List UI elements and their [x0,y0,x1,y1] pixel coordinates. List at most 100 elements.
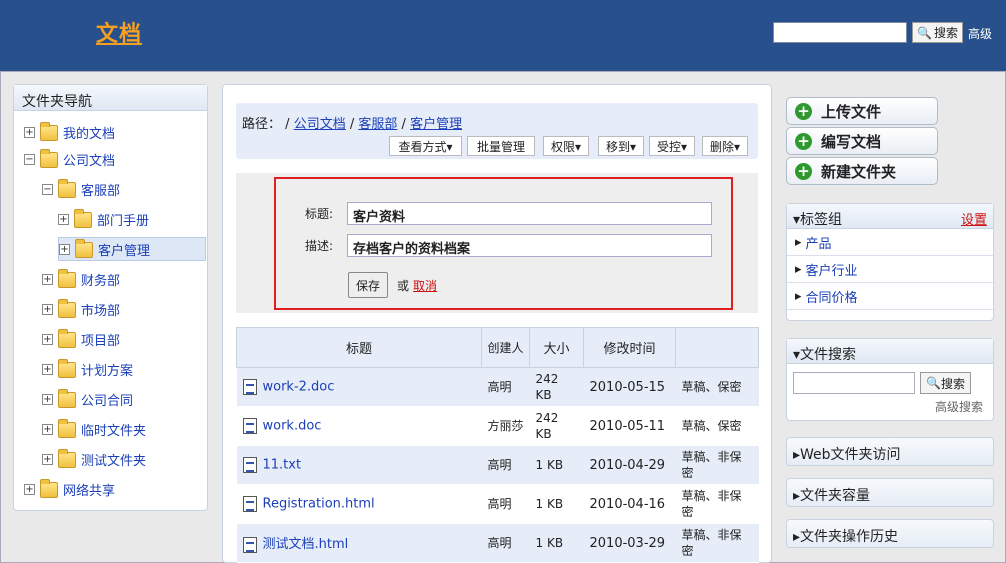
folder-node-label[interactable]: 客户管理 [98,240,150,259]
folder-node-label[interactable]: 计划方案 [81,360,133,379]
header-bar: 文档 🔍 搜索 高级 [0,0,1006,71]
upload-file-button[interactable]: + 上传文件 [786,97,938,125]
cell-name[interactable]: 测试文档.html [236,523,482,563]
expand-toggle-icon[interactable]: + [59,243,70,255]
folder-node[interactable]: + 客户管理 [58,237,206,261]
table-row[interactable]: 测试文档.html 高明 1 KB 2010-03-29 草稿、非保密 [236,523,759,563]
tag-link[interactable]: 产品 [806,233,832,252]
description-input[interactable]: 存档客户的资料档案 [347,234,712,257]
expand-toggle-icon[interactable]: + [42,303,53,315]
folder-node-label[interactable]: 临时文件夹 [81,420,146,439]
folder-node[interactable]: + 测试文件夹 [42,447,146,471]
folder-node[interactable]: + 计划方案 [42,357,133,381]
cell-creator: 高明 [481,445,530,485]
table-row[interactable]: work.doc 方丽莎 242 KB 2010-05-11 草稿、保密 [236,406,759,446]
folder-node[interactable]: + 市场部 [42,297,120,321]
advanced-search-link[interactable]: 高级搜索 [935,398,983,415]
folder-node[interactable]: − 公司文档 [24,147,115,171]
folder-node-label[interactable]: 项目部 [81,330,120,349]
folder-node-label[interactable]: 客服部 [81,180,120,199]
expand-toggle-icon[interactable]: + [24,483,35,495]
folder-node-label[interactable]: 部门手册 [97,210,149,229]
header-search-button[interactable]: 🔍 搜索 [912,22,963,43]
write-doc-button[interactable]: + 编写文档 [786,127,938,155]
folder-node[interactable]: + 公司合同 [42,387,133,411]
cell-status: 草稿、非保密 [675,523,759,563]
col-title[interactable]: 标题 [236,327,482,368]
file-search-input[interactable] [793,372,915,394]
folder-capacity-panel[interactable]: ▸文件夹容量 [786,478,994,507]
delete-button[interactable]: 删除▾ [702,136,748,156]
tag-group-header[interactable]: ▾标签组 设置 [787,204,993,229]
header-search-input[interactable] [773,22,907,43]
control-button[interactable]: 受控▾ [649,136,695,156]
table-row[interactable]: work-2.doc 高明 242 KB 2010-05-15 草稿、保密 [236,367,759,407]
web-folder-access-panel[interactable]: ▸Web文件夹访问 [786,437,994,466]
tag-item[interactable]: ▸ 客户行业 [787,256,993,283]
cell-name[interactable]: 11.txt [236,445,482,485]
col-size[interactable]: 大小 [529,327,584,368]
folder-node[interactable]: + 网络共享 [24,477,115,501]
expand-toggle-icon[interactable]: + [42,423,53,435]
folder-node-label[interactable]: 公司合同 [81,390,133,409]
expand-toggle-icon[interactable]: − [24,153,35,165]
file-link[interactable]: work-2.doc [263,380,335,395]
new-folder-button[interactable]: + 新建文件夹 [786,157,938,185]
cell-name[interactable]: work-2.doc [236,367,482,407]
tag-link[interactable]: 合同价格 [806,287,858,306]
cell-status: 草稿、非保密 [675,484,759,524]
folder-node-label[interactable]: 财务部 [81,270,120,289]
expand-toggle-icon[interactable]: + [58,213,69,225]
folder-icon [58,179,76,198]
folder-icon [58,419,76,438]
file-search-title[interactable]: ▾文件搜索 [787,339,993,364]
cell-name[interactable]: Registration.html [236,484,482,524]
tag-item[interactable]: ▸ 合同价格 [787,283,993,310]
expand-toggle-icon[interactable]: + [42,333,53,345]
folder-history-panel[interactable]: ▸文件夹操作历史 [786,519,994,548]
view-mode-button[interactable]: 查看方式▾ [389,136,462,156]
folder-node[interactable]: − 客服部 [42,177,120,201]
save-button[interactable]: 保存 [348,272,388,298]
folder-node[interactable]: + 部门手册 [58,207,149,231]
col-creator[interactable]: 创建人 [481,327,530,368]
cancel-link[interactable]: 取消 [413,277,437,294]
app-logo-link[interactable]: 文档 [96,16,142,48]
permission-button[interactable]: 权限▾ [543,136,589,156]
folder-node-label[interactable]: 公司文档 [63,150,115,169]
col-modified[interactable]: 修改时间 [583,327,676,368]
expand-toggle-icon[interactable]: + [24,126,35,138]
file-link[interactable]: work.doc [263,419,322,434]
file-link[interactable]: 测试文档.html [263,537,349,552]
expand-toggle-icon[interactable]: − [42,183,53,195]
folder-node[interactable]: + 项目部 [42,327,120,351]
breadcrumb-service-dept[interactable]: 客服部 [358,117,397,132]
expand-toggle-icon[interactable]: + [42,453,53,465]
cell-name[interactable]: work.doc [236,406,482,446]
table-row[interactable]: Registration.html 高明 1 KB 2010-04-16 草稿、非保密 [236,484,759,524]
file-link[interactable]: 11.txt [263,458,302,473]
folder-node-label[interactable]: 市场部 [81,300,120,319]
folder-node[interactable]: + 财务部 [42,267,120,291]
tag-link[interactable]: 客户行业 [806,260,858,279]
file-search-button[interactable]: 🔍 搜索 [920,372,971,394]
expand-toggle-icon[interactable]: + [42,273,53,285]
table-row[interactable]: 11.txt 高明 1 KB 2010-04-29 草稿、非保密 [236,445,759,485]
folder-node[interactable]: + 临时文件夹 [42,417,146,441]
tag-item[interactable]: ▸ 产品 [787,229,993,256]
batch-manage-button[interactable]: 批量管理 [467,136,535,156]
expand-toggle-icon[interactable]: + [42,363,53,375]
tag-settings-link[interactable]: 设置 [961,209,987,228]
expand-toggle-icon[interactable]: + [42,393,53,405]
folder-node-label[interactable]: 我的文档 [63,123,115,142]
folder-node-label[interactable]: 测试文件夹 [81,450,146,469]
breadcrumb-customer-mgmt[interactable]: 客户管理 [410,117,462,132]
header-advanced-link[interactable]: 高级 [968,25,992,42]
title-input[interactable]: 客户资料 [347,202,712,225]
move-to-button[interactable]: 移到▾ [598,136,644,156]
folder-node[interactable]: + 我的文档 [24,120,115,144]
breadcrumb-company-docs[interactable]: 公司文档 [294,117,346,132]
folder-node-label[interactable]: 网络共享 [63,480,115,499]
cell-text: 草稿、保密 [681,380,742,394]
file-link[interactable]: Registration.html [263,497,375,512]
